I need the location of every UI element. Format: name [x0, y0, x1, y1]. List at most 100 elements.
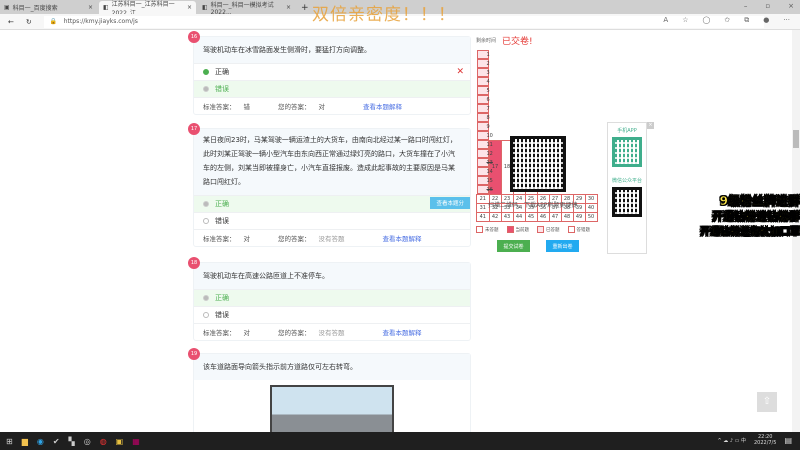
grid-cell-11[interactable]: 11 [476, 140, 493, 149]
edge-icon[interactable]: ◉ [37, 437, 44, 446]
option-correct[interactable]: 正确 [194, 289, 470, 306]
grid-cell-50[interactable]: 50 [584, 212, 598, 222]
regenerate-exam-button[interactable]: 重新出卷 [546, 240, 579, 252]
favorite-add-icon[interactable]: ☆ [682, 16, 688, 25]
read-aloud-icon[interactable]: A [663, 16, 668, 25]
answer-row: 标准答案： 错 您的答案： 对 查看本题解释 [194, 97, 470, 114]
option-correct[interactable]: 正确 ✕ [194, 63, 470, 80]
grid-cell-5[interactable]: 5 [476, 86, 490, 95]
option-wrong[interactable]: 错误 [194, 212, 470, 229]
legend-unanswered: 未答题 [476, 226, 499, 233]
question-card: 18 驾驶机动车在高速公路匝道上不准停车。 正确 错误 标准答案： 对 您的答案： 没… [188, 257, 471, 341]
new-tab-button[interactable]: + [297, 3, 313, 14]
scrollbar-thumb[interactable] [793, 130, 799, 148]
clock[interactable]: 22:20 2022/7/5 [754, 434, 776, 446]
label: 您的答案： [278, 103, 311, 111]
tab-title: 科目一_百度搜索 [12, 5, 58, 12]
grid-cell-30[interactable]: 30 [584, 194, 598, 204]
close-window-icon[interactable]: × [788, 2, 794, 10]
option-wrong[interactable]: 错误 [194, 80, 470, 97]
close-icon[interactable]: × [286, 4, 291, 11]
your-answer: 没有答题 [318, 235, 345, 243]
grid-cell-8[interactable]: 8 [476, 113, 490, 122]
view-tip-button[interactable]: 查看本题分 [430, 197, 470, 209]
app-purple-icon[interactable]: ▦ [132, 437, 140, 446]
tab-mock-exam[interactable]: ◧ 科目一_科目一模拟考试2022... × [198, 1, 295, 16]
grid-cell-10[interactable]: 10 [476, 131, 493, 140]
grid-cell-15[interactable]: 15 [476, 176, 493, 185]
refresh-icon[interactable]: ↻ [26, 18, 32, 26]
radio[interactable] [203, 86, 209, 92]
grid-cell-49[interactable]: 49 [572, 212, 586, 222]
tab-jiangsu[interactable]: ◧ 江苏科目一_江苏科目一2022_江... × [99, 1, 196, 17]
grid-cell-41[interactable]: 41 [476, 212, 490, 222]
scan-caption: 扫描二维码，下载APP刷题更便捷 [488, 202, 578, 209]
close-icon[interactable]: × [647, 122, 654, 129]
grid-cell-16[interactable]: 16 [476, 185, 493, 194]
question-number: 17 [188, 123, 200, 135]
grid-cell-48[interactable]: 48 [560, 212, 574, 222]
obs-icon[interactable]: ◎ [84, 437, 91, 446]
favorites-icon[interactable]: ✩ [724, 16, 730, 25]
grid-cell-44[interactable]: 44 [512, 212, 526, 222]
grid-cell-40[interactable]: 40 [584, 203, 598, 213]
grid-cell-43[interactable]: 43 [500, 212, 514, 222]
option-correct[interactable]: 正确 查看本题分 [194, 195, 470, 212]
explain-link[interactable]: 查看本题解释 [383, 327, 422, 337]
app-red-icon[interactable]: ◍ [100, 437, 107, 446]
start-icon[interactable]: ⊞ [6, 437, 13, 446]
back-icon[interactable]: ← [8, 18, 14, 26]
back-to-top-button[interactable]: ⇧ [757, 392, 777, 412]
grid-cell-45[interactable]: 45 [524, 212, 538, 222]
grid-cell-1[interactable]: 1 [476, 50, 490, 59]
explain-link[interactable]: 查看本题解释 [363, 101, 402, 111]
steam-icon[interactable]: ✔ [53, 437, 60, 446]
radio[interactable] [203, 312, 209, 318]
legend-label: 答错题 [576, 228, 591, 233]
radio[interactable] [203, 295, 209, 301]
more-icon[interactable]: ··· [783, 16, 790, 25]
radio[interactable] [203, 69, 209, 75]
tray-icons[interactable]: ^ ☁ ♪ ▭ 中 [718, 437, 746, 444]
grid-cell-13[interactable]: 13 [476, 158, 493, 167]
grid-cell-2[interactable]: 2 [476, 59, 490, 68]
grid-cell-6[interactable]: 6 [476, 95, 490, 104]
profile-icon[interactable]: ● [763, 16, 769, 25]
label: 您的答案： [278, 329, 311, 337]
option-label: 正确 [215, 294, 229, 302]
grid-cell-46[interactable]: 46 [536, 212, 550, 222]
radio[interactable] [203, 201, 209, 207]
stream-overlay-text: 双倍亲密度！！！ [312, 5, 456, 25]
question-card: 16 驾驶机动车在冰雪路面发生侧滑时，要猛打方向调整。 正确 ✕ 错误 标准答案：… [188, 31, 471, 115]
radio[interactable] [203, 218, 209, 224]
app-yellow-icon[interactable]: ▣ [116, 437, 124, 446]
app-label: 手机APP [617, 128, 637, 134]
wrong-mark-icon: ✕ [456, 67, 464, 77]
app-icon[interactable]: ▚ [69, 437, 75, 446]
legend-answered: 已答题 [537, 226, 560, 233]
extension-icon[interactable]: ◯ [702, 16, 710, 25]
restore-icon[interactable]: ▫ [765, 2, 770, 10]
file-explorer-icon[interactable]: ▆ [22, 437, 28, 446]
minimize-icon[interactable]: – [744, 2, 748, 10]
submit-exam-button[interactable]: 提交试卷 [497, 240, 530, 252]
option-label: 错误 [215, 311, 229, 319]
grid-cell-3[interactable]: 3 [476, 68, 490, 77]
wechat-qr [612, 187, 642, 217]
grid-cell-12[interactable]: 12 [476, 149, 493, 158]
option-wrong[interactable]: 错误 [194, 306, 470, 323]
grid-cell-7[interactable]: 7 [476, 104, 490, 113]
close-icon[interactable]: × [187, 4, 192, 11]
grid-cell-42[interactable]: 42 [488, 212, 502, 222]
explain-link[interactable]: 查看本题解释 [383, 233, 422, 243]
grid-cell-9[interactable]: 9 [476, 122, 490, 131]
notification-icon[interactable]: ▤ [784, 436, 792, 445]
collections-icon[interactable]: ⧉ [744, 16, 749, 25]
road-scene-image [270, 385, 394, 432]
legend-label: 未答题 [485, 228, 499, 233]
grid-cell-47[interactable]: 47 [548, 212, 562, 222]
grid-cell-14[interactable]: 14 [476, 167, 493, 176]
tab-baidu[interactable]: ▣ 科目一_百度搜索 × [0, 1, 97, 14]
grid-cell-4[interactable]: 4 [476, 77, 490, 86]
close-icon[interactable]: × [88, 4, 93, 11]
